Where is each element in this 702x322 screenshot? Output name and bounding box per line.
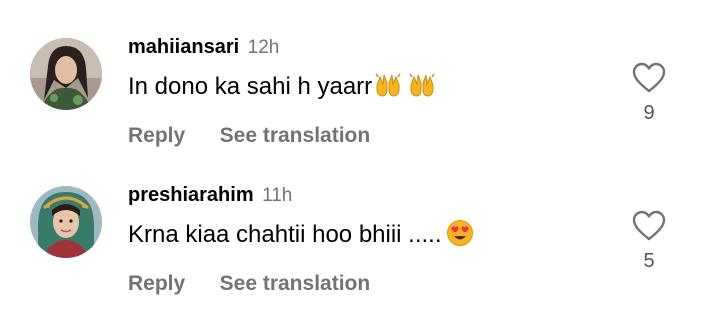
comment-body: Krna kiaa chahtii hoo bhiii ..... bbox=[128, 221, 442, 248]
comment-text: In dono ka sahi h yaarr bbox=[128, 70, 436, 109]
timestamp: 11h bbox=[262, 185, 293, 206]
avatar[interactable] bbox=[30, 38, 102, 110]
username[interactable]: preshiarahim bbox=[128, 184, 254, 206]
avatar[interactable] bbox=[30, 186, 102, 258]
comment-actions: Reply See translation bbox=[128, 122, 370, 150]
reply-button[interactable]: Reply bbox=[128, 272, 185, 295]
heart-icon[interactable] bbox=[632, 62, 666, 94]
raising-hands-emoji bbox=[408, 71, 436, 109]
comment-body: In dono ka sahi h yaarr bbox=[128, 73, 373, 100]
see-translation-button[interactable]: See translation bbox=[220, 124, 371, 147]
comment-item: mahiiansari 12h In dono ka sahi h yaarr … bbox=[0, 34, 702, 174]
username-row: mahiiansari 12h bbox=[128, 34, 279, 60]
reply-button[interactable]: Reply bbox=[128, 124, 185, 147]
comment-actions: Reply See translation bbox=[128, 270, 370, 298]
username-row: preshiarahim 11h bbox=[128, 182, 292, 208]
like-column: 5 bbox=[626, 210, 672, 272]
like-count: 9 bbox=[643, 102, 655, 124]
username[interactable]: mahiiansari bbox=[128, 36, 239, 58]
heart-eyes-emoji bbox=[446, 219, 474, 257]
see-translation-button[interactable]: See translation bbox=[220, 272, 371, 295]
comment-text: Krna kiaa chahtii hoo bhiii ..... bbox=[128, 218, 474, 257]
timestamp: 12h bbox=[247, 37, 280, 58]
heart-icon[interactable] bbox=[632, 210, 666, 242]
like-count: 5 bbox=[643, 250, 655, 272]
comment-item: preshiarahim 11h Krna kiaa chahtii hoo b… bbox=[0, 182, 702, 322]
raising-hands-emoji bbox=[374, 71, 402, 109]
like-column: 9 bbox=[626, 62, 672, 124]
